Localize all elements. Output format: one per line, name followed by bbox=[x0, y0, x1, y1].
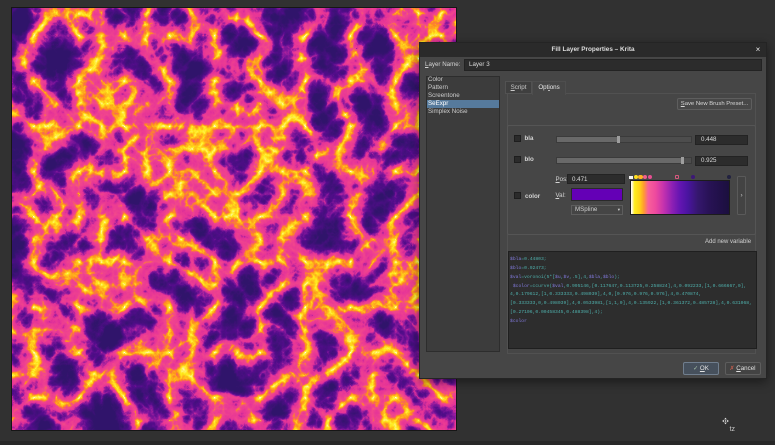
svg-text:tz: tz bbox=[730, 426, 736, 433]
